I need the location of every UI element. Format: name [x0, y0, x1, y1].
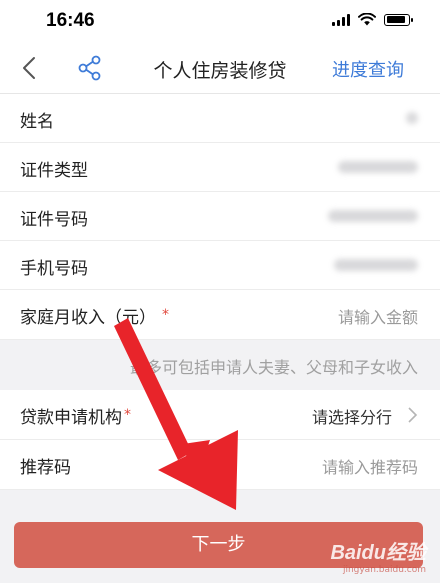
income-row[interactable]: 家庭月收入（元） * 请输入金额 — [0, 290, 440, 340]
status-time: 16:46 — [46, 10, 95, 31]
name-value-blurred — [406, 112, 418, 124]
watermark-url: jingyan.baidu.com — [342, 565, 426, 575]
progress-query-link[interactable]: 进度查询 — [332, 56, 404, 82]
required-mark: * — [162, 307, 169, 323]
status-bar: 16:46 — [0, 0, 440, 42]
branch-label: 贷款申请机构 * — [20, 403, 131, 428]
id-number-value-blurred — [328, 210, 418, 222]
income-label-text: 家庭月收入（元） — [20, 308, 156, 328]
signal-icon — [332, 13, 350, 26]
loan-form: 姓名 证件类型 证件号码 手机号码 家庭月收入（元） * 请输入金额 最多可包括申… — [0, 94, 440, 490]
income-label: 家庭月收入（元） * — [20, 303, 169, 328]
phone-row: 手机号码 — [0, 241, 440, 290]
id-type-value-blurred — [338, 161, 418, 173]
income-hint: 最多可包括申请人夫妻、父母和子女收入 — [129, 358, 418, 377]
status-icons — [332, 13, 413, 26]
phone-label: 手机号码 — [20, 259, 88, 279]
branch-select[interactable]: 请选择分行 — [312, 404, 392, 428]
income-hint-band: 最多可包括申请人夫妻、父母和子女收入 — [0, 340, 440, 390]
nav-bar: 个人住房装修贷 进度查询 — [0, 42, 440, 94]
referral-input[interactable]: 请输入推荐码 — [322, 454, 418, 478]
wifi-icon — [358, 13, 376, 26]
watermark: Baidu经验 jingyan.baidu.com — [330, 536, 426, 575]
id-type-row: 证件类型 — [0, 143, 440, 192]
phone-value-blurred — [334, 259, 418, 271]
name-row: 姓名 — [0, 94, 440, 143]
referral-row[interactable]: 推荐码 请输入推荐码 — [0, 440, 440, 490]
battery-icon — [384, 13, 413, 26]
id-number-label: 证件号码 — [20, 210, 88, 230]
required-mark: * — [124, 407, 131, 423]
name-label: 姓名 — [20, 112, 54, 132]
id-number-row: 证件号码 — [0, 192, 440, 241]
branch-row[interactable]: 贷款申请机构 * 请选择分行 — [0, 390, 440, 440]
branch-label-text: 贷款申请机构 — [20, 408, 122, 428]
watermark-logo: Baidu经验 — [330, 542, 426, 564]
id-type-label: 证件类型 — [20, 161, 88, 181]
chevron-right-icon — [408, 407, 418, 423]
income-input[interactable]: 请输入金额 — [338, 304, 418, 328]
referral-label: 推荐码 — [20, 458, 71, 478]
